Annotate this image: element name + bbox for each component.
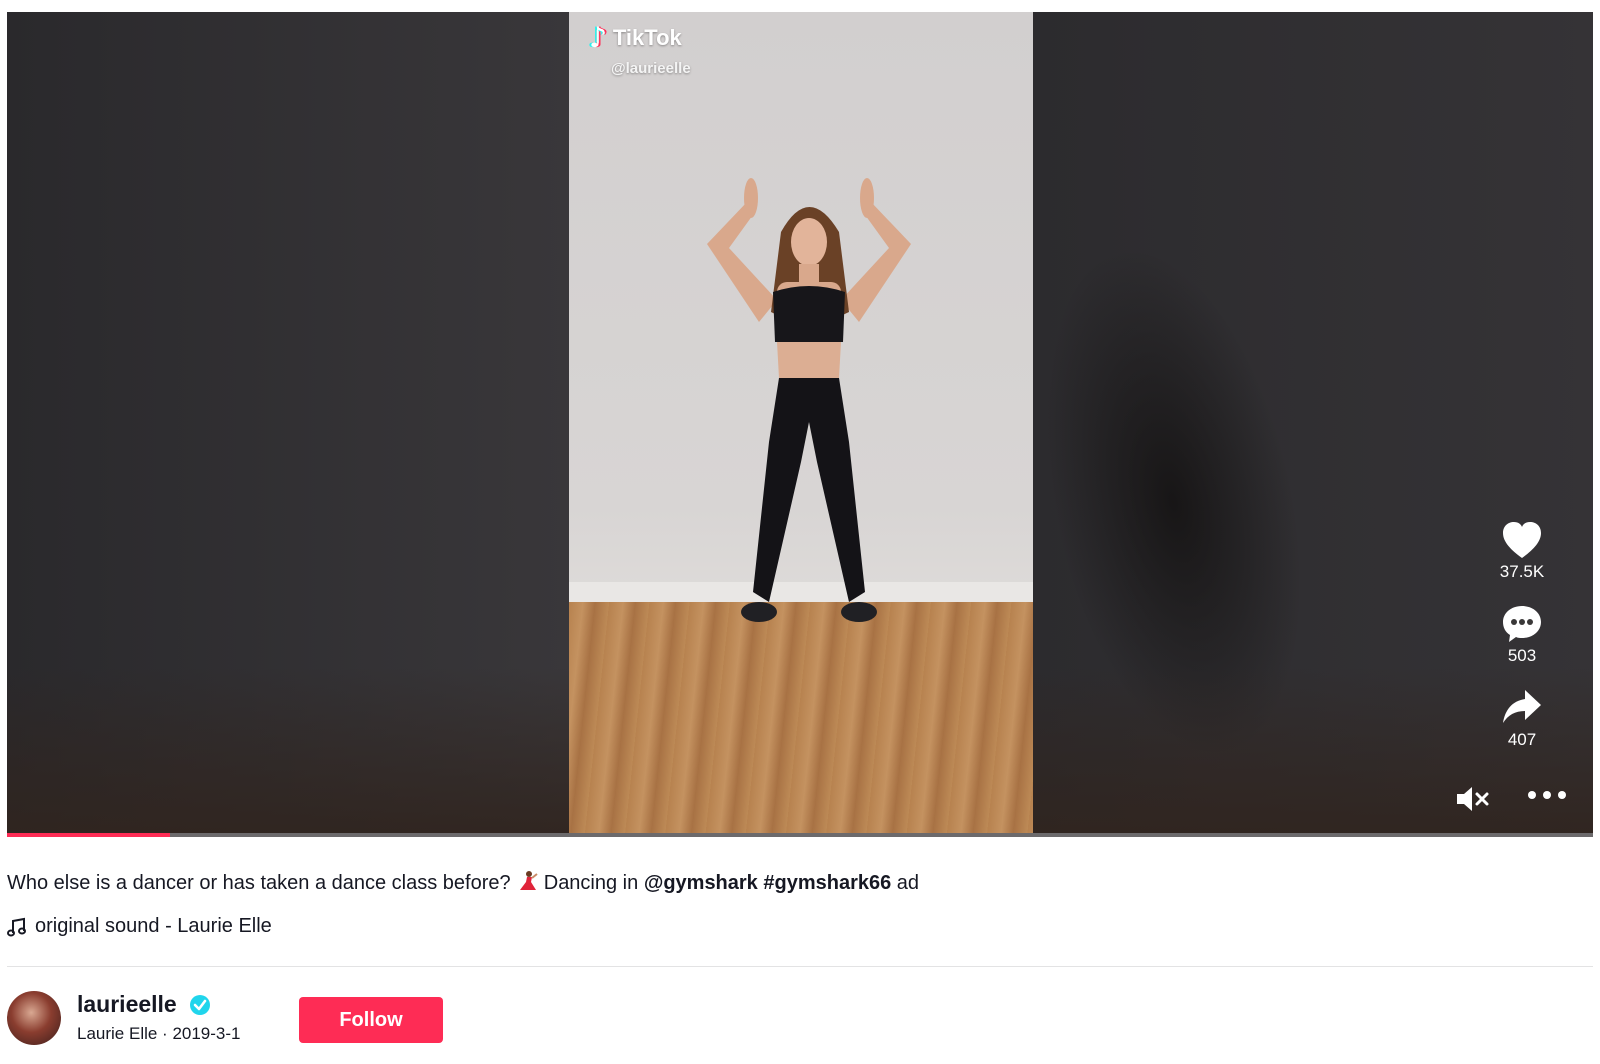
video-action-bar: 37.5K 503 407 (1487, 520, 1557, 772)
sound-label: original sound - Laurie Elle (35, 915, 272, 937)
video-progress-fill (7, 833, 171, 837)
verified-badge-icon (190, 995, 210, 1015)
comment-button[interactable]: 503 (1487, 604, 1557, 666)
video-player[interactable]: ♪ TikTok @laurieelle 37.5K 503 407 (7, 12, 1593, 837)
ellipsis-icon (1528, 791, 1566, 799)
like-count: 37.5K (1499, 562, 1545, 581)
post-date: 2019-3-1 (172, 1024, 241, 1043)
divider (7, 966, 1593, 967)
tiktok-logo-icon: ♪ (589, 21, 607, 54)
share-count: 407 (1507, 730, 1537, 749)
tiktok-watermark: ♪ TikTok (589, 24, 682, 52)
caption-text-middle: Dancing in (538, 872, 644, 894)
video-frame[interactable]: ♪ TikTok @laurieelle (569, 12, 1033, 837)
caption-text-end: ad (891, 872, 920, 894)
watermark-handle: @laurieelle (611, 60, 691, 77)
dancer-figure (707, 178, 911, 622)
music-note-icon (7, 917, 26, 936)
sound-link[interactable]: original sound - Laurie Elle (7, 915, 272, 938)
like-button[interactable]: 37.5K (1487, 520, 1557, 582)
player-bottom-controls (1455, 784, 1575, 820)
muted-speaker-icon (1457, 787, 1489, 811)
video-caption: Who else is a dancer or has taken a danc… (7, 870, 919, 895)
comment-icon (1503, 606, 1541, 642)
author-meta: Laurie Elle · 2019-3-1 (77, 1024, 241, 1044)
mute-button[interactable] (1455, 784, 1491, 819)
author-username[interactable]: laurieelle (77, 991, 177, 1018)
blurred-dancer-shadow (1001, 222, 1345, 782)
hashtag-link[interactable]: #gymshark66 (763, 872, 891, 894)
watermark-brand: TikTok (612, 25, 682, 50)
follow-button[interactable]: Follow (299, 997, 443, 1043)
dancer-emoji-icon (520, 871, 538, 890)
author-info: laurieelle Laurie Elle · 2019-3-1 Follow (7, 991, 607, 1051)
author-nickname: Laurie Elle (77, 1024, 158, 1043)
heart-icon (1503, 522, 1541, 558)
avatar[interactable] (7, 991, 61, 1045)
mention-link[interactable]: @gymshark (644, 872, 758, 894)
share-arrow-icon (1503, 690, 1541, 723)
caption-text: Who else is a dancer or has taken a danc… (7, 872, 517, 894)
video-blur-background-left (7, 12, 569, 837)
share-button[interactable]: 407 (1487, 688, 1557, 750)
video-progress-bar[interactable] (7, 833, 1593, 837)
more-options-button[interactable] (1527, 788, 1567, 806)
meta-separator: · (157, 1024, 173, 1043)
comment-count: 503 (1507, 646, 1537, 665)
